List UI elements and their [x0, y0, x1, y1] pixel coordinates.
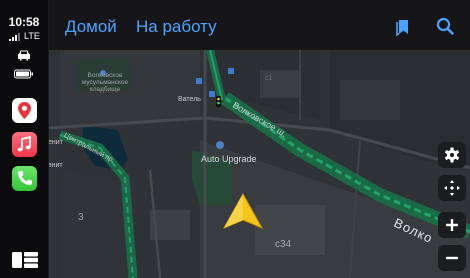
clock: 10:58 [8, 15, 40, 29]
cemetery-label: Волковское мусульманское кладбище [81, 72, 129, 93]
zoom-in-button[interactable] [438, 212, 466, 238]
home-destination-link[interactable]: Домой [65, 17, 117, 37]
network-status: LTE [6, 31, 46, 42]
top-navigation-bar: Домой На работу [49, 0, 470, 50]
search-icon[interactable] [435, 16, 455, 36]
carplay-sidebar: 10:58 LTE [0, 0, 49, 278]
network-type: LTE [24, 31, 40, 41]
bookmark-icon[interactable] [394, 18, 412, 36]
gear-icon [444, 147, 460, 163]
music-app-button[interactable] [12, 132, 37, 157]
minus-icon [446, 256, 458, 260]
settings-button[interactable] [438, 142, 466, 168]
crosshair-icon [444, 180, 460, 196]
phone-app-button[interactable] [12, 166, 37, 191]
place-label-zenit: энит [48, 162, 63, 169]
work-destination-link[interactable]: На работу [136, 17, 217, 37]
zoom-out-button[interactable] [438, 245, 466, 271]
dashboard-icon[interactable] [12, 251, 38, 269]
carplay-screen: Волковское мусульманское кладбище Ватель… [0, 0, 470, 278]
map-pin-icon [18, 102, 31, 119]
plus-icon [446, 219, 458, 231]
building-label-c34: с34 [275, 239, 292, 250]
car-icon [18, 50, 30, 61]
battery-icon [14, 69, 33, 79]
vatel-label: Ватель [178, 96, 201, 103]
building-label-3: 3 [78, 212, 84, 223]
parking-poi [228, 68, 234, 74]
phone-icon [18, 171, 32, 185]
parking-poi [209, 91, 215, 97]
signal-bars-icon [9, 33, 20, 41]
yandex-maps-app-button[interactable] [12, 98, 37, 123]
autoupgrade-poi [216, 141, 224, 149]
traffic-light-lamp [217, 101, 220, 105]
navigation-cursor [222, 192, 264, 230]
locate-button[interactable] [438, 175, 466, 201]
music-note-icon [17, 135, 31, 152]
autoupgrade-label: Auto Upgrade [201, 154, 257, 164]
traffic-light-lamp [217, 97, 220, 101]
building [340, 80, 400, 120]
parking-poi [196, 78, 202, 84]
building-label-c1: с1 [265, 75, 273, 82]
traffic-light [216, 96, 221, 107]
place-label-zenith: енит [48, 139, 63, 146]
